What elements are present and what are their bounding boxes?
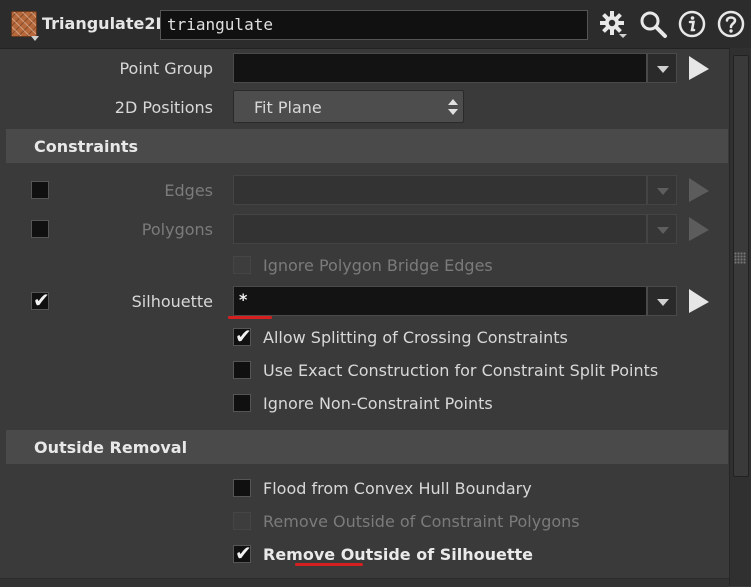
edges-label: Edges: [164, 181, 213, 200]
arrow-pick-icon[interactable]: [687, 215, 711, 243]
exact-construction-label: Use Exact Construction for Constraint Sp…: [263, 361, 659, 380]
silhouette-input[interactable]: *: [233, 286, 647, 316]
allow-split-checkbox[interactable]: ✔: [233, 324, 252, 348]
point-group-label: Point Group: [119, 59, 213, 78]
flood-convex-label: Flood from Convex Hull Boundary: [263, 479, 532, 498]
chevron-down-icon: [657, 299, 669, 306]
edges-input[interactable]: [233, 175, 647, 205]
silhouette-label: Silhouette: [131, 292, 213, 311]
chevron-down-icon: [657, 188, 669, 195]
polygons-label: Polygons: [141, 220, 213, 239]
scrollbar-thumb[interactable]: [733, 55, 749, 477]
ignore-non-constraint-label: Ignore Non-Constraint Points: [263, 394, 493, 413]
remove-outside-polys-checkbox[interactable]: [233, 512, 251, 530]
remove-outside-silhouette-checkbox[interactable]: ✔: [233, 541, 252, 565]
edges-dropdown-button[interactable]: [647, 175, 677, 205]
point-group-input[interactable]: [233, 53, 647, 83]
allow-split-label: Allow Splitting of Crossing Constraints: [263, 328, 568, 347]
arrow-pick-icon[interactable]: [687, 176, 711, 204]
updown-arrows-icon: [448, 99, 458, 115]
outside-removal-section-title: Outside Removal: [34, 438, 188, 457]
checkmark-icon: ✔: [235, 541, 252, 565]
positions-2d-select[interactable]: Fit Plane: [233, 90, 464, 123]
node-menu-arrow-icon[interactable]: [31, 36, 39, 41]
ignore-non-constraint-checkbox[interactable]: [233, 394, 251, 412]
silhouette-dropdown-button[interactable]: [647, 286, 677, 316]
remove-outside-polys-label: Remove Outside of Constraint Polygons: [263, 512, 580, 531]
remove-outside-silhouette-label: Remove Outside of Silhouette: [263, 545, 533, 564]
checkmark-icon: ✔: [235, 324, 252, 348]
chevron-down-icon: [657, 66, 669, 73]
chevron-down-icon: [657, 227, 669, 234]
node-type-label: Triangulate2D: [42, 14, 169, 33]
ignore-bridge-label: Ignore Polygon Bridge Edges: [263, 256, 493, 275]
help-icon[interactable]: [716, 9, 746, 39]
search-icon[interactable]: [638, 9, 668, 39]
constraints-section-title: Constraints: [34, 137, 139, 156]
red-underline-annotation: [228, 316, 272, 319]
positions-2d-label: 2D Positions: [114, 98, 213, 117]
arrow-pick-icon[interactable]: [687, 54, 711, 82]
flood-convex-checkbox[interactable]: [233, 479, 251, 497]
polygons-dropdown-button[interactable]: [647, 214, 677, 244]
positions-2d-value: Fit Plane: [254, 98, 322, 117]
node-type-icon[interactable]: [11, 11, 37, 37]
scrollbar-grip-icon: [734, 252, 746, 264]
info-icon[interactable]: [677, 9, 707, 39]
point-group-dropdown-button[interactable]: [647, 53, 677, 83]
red-underline-annotation: [295, 563, 363, 566]
polygons-input[interactable]: [233, 214, 647, 244]
node-name-input[interactable]: triangulate: [160, 10, 588, 40]
arrow-pick-icon[interactable]: [687, 287, 711, 315]
gear-icon[interactable]: [598, 9, 628, 39]
ignore-bridge-checkbox[interactable]: [233, 256, 251, 274]
exact-construction-checkbox[interactable]: [233, 361, 251, 379]
